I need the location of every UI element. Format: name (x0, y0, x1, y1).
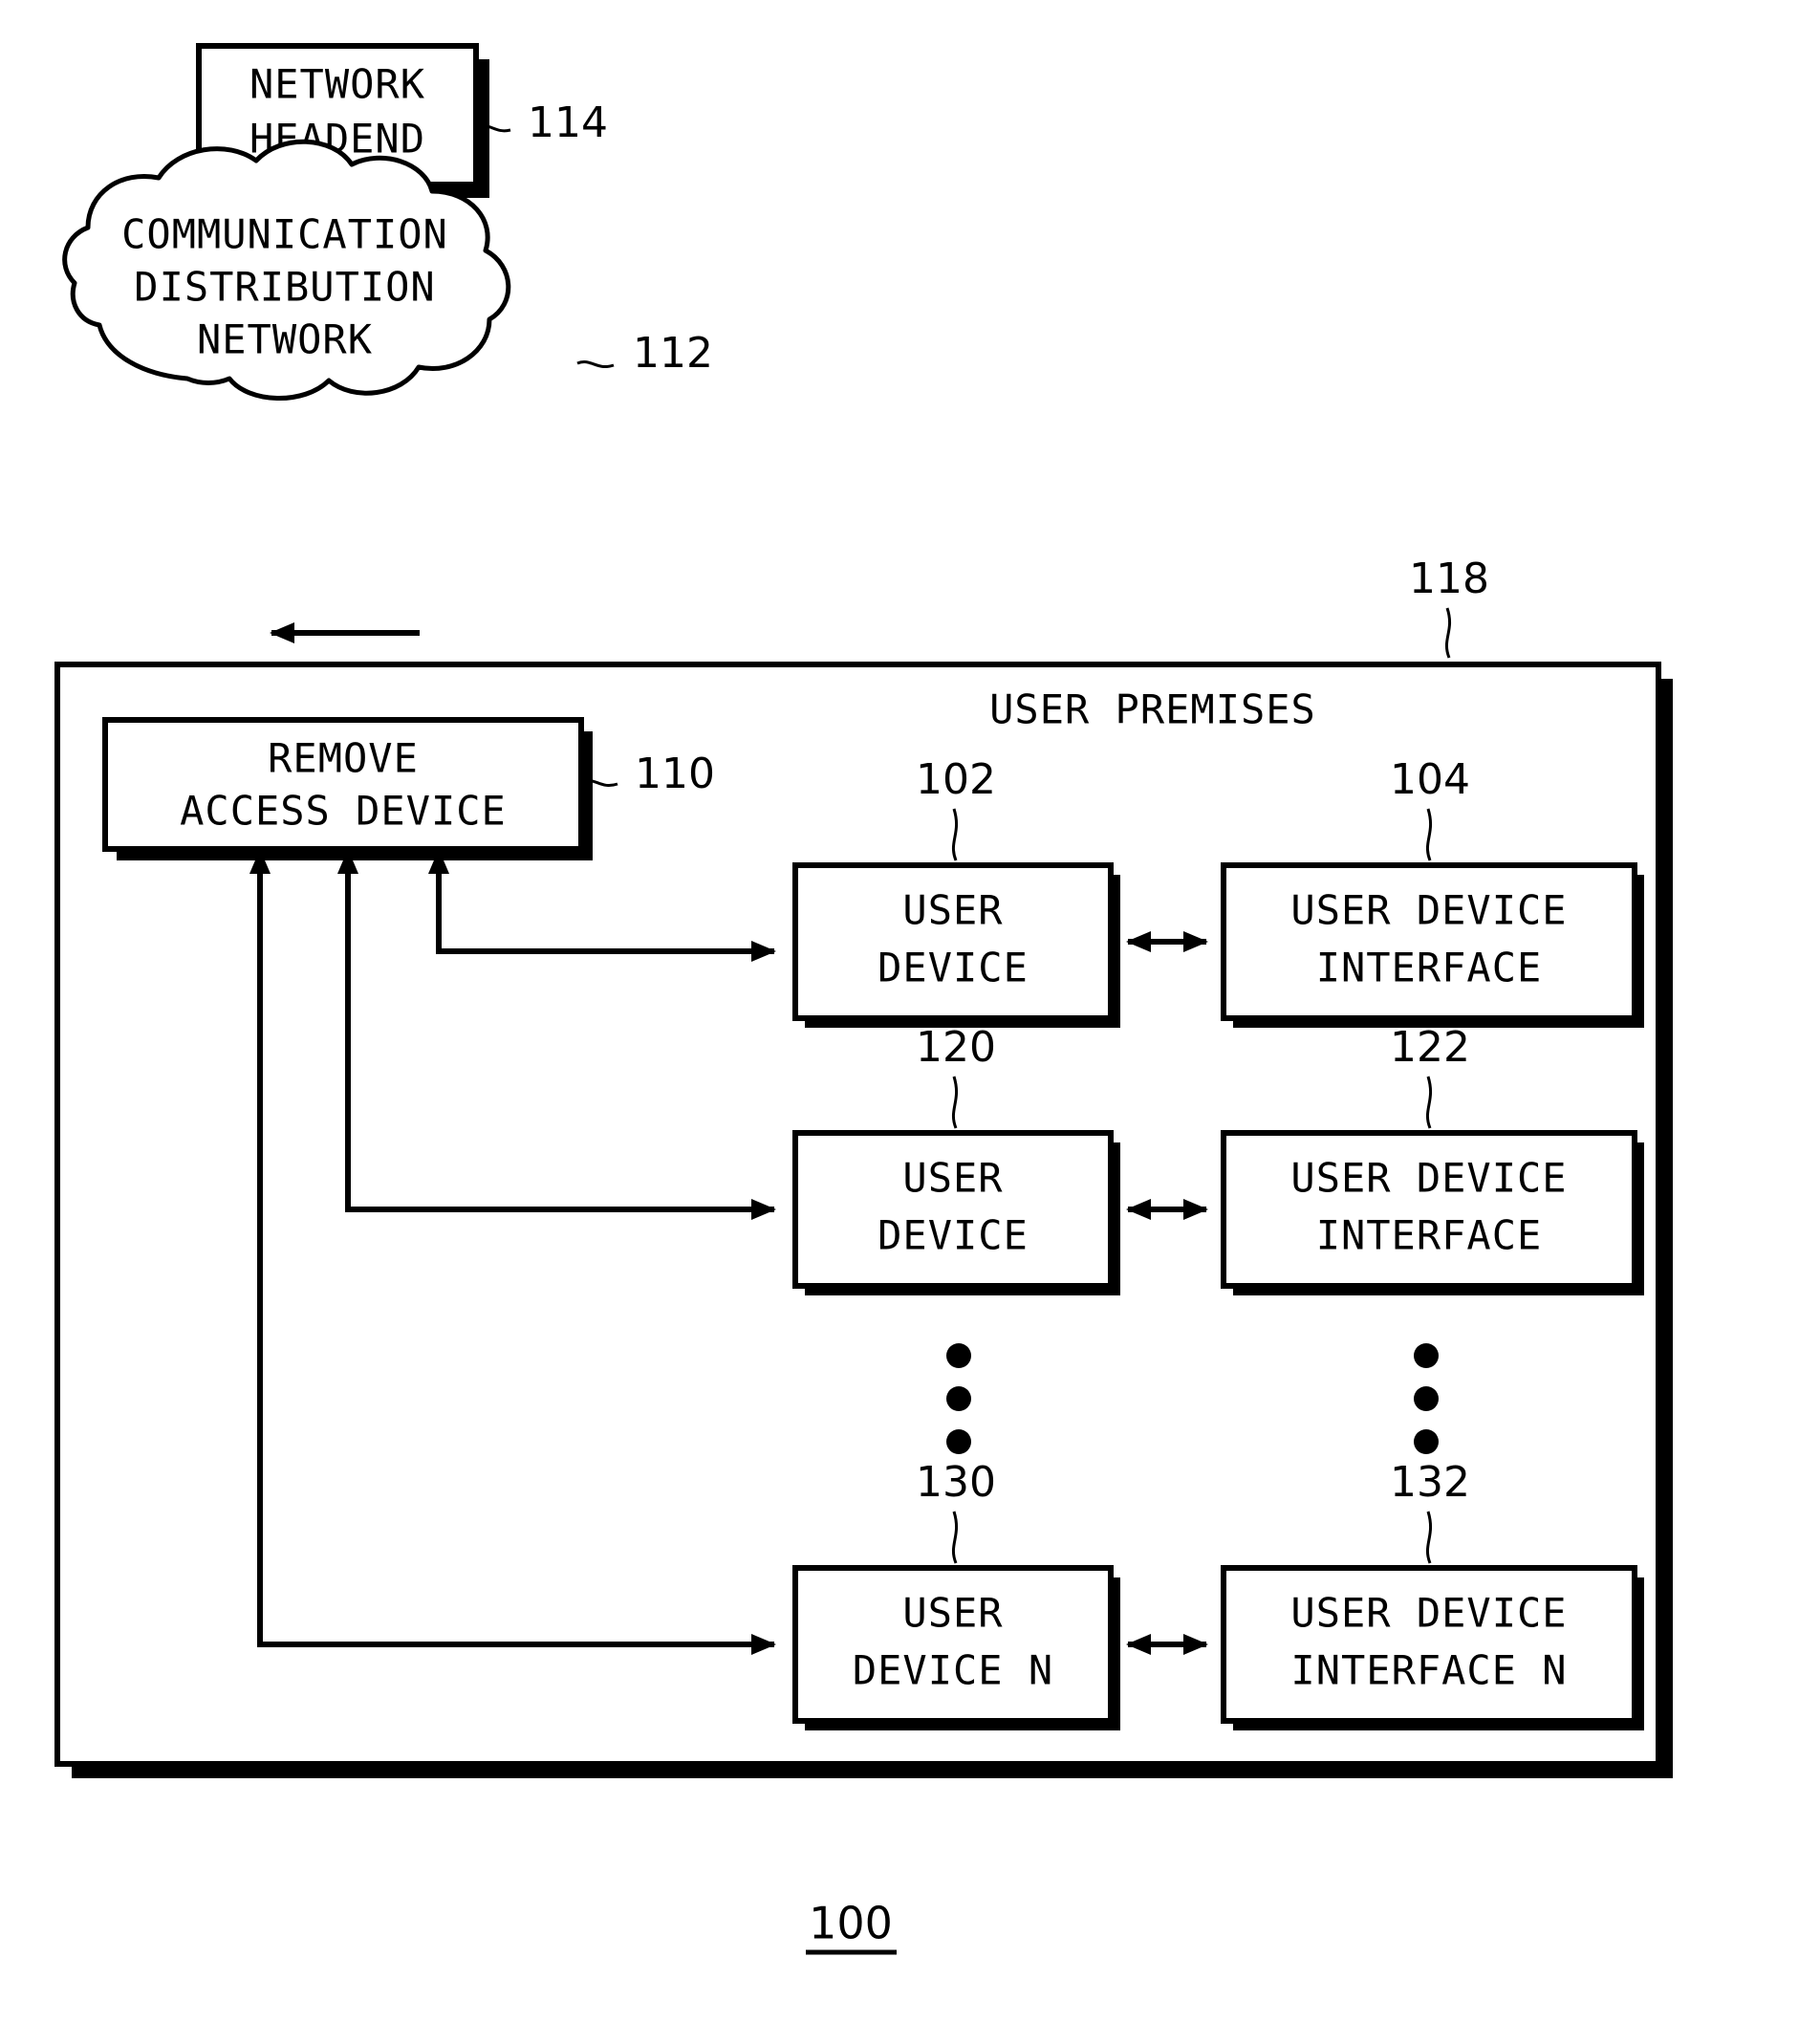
network-headend-ref-number: 114 (528, 98, 608, 147)
ellipsis-dot (946, 1343, 971, 1368)
ellipsis-dot (1414, 1429, 1439, 1454)
remove-access-device-label-line1: REMOVE (268, 735, 419, 782)
user-device-2-label-line2: DEVICE (878, 1212, 1029, 1259)
ellipsis-dot (946, 1386, 971, 1411)
user-device-2-label-line1: USER (902, 1155, 1003, 1202)
user-device-2-ref-number: 120 (916, 1023, 996, 1072)
user-premises-title: USER PREMISES (989, 686, 1316, 733)
user-device-1-label-line1: USER (902, 887, 1003, 934)
remove-access-device-ref-number: 110 (635, 750, 715, 798)
ellipsis-dot (1414, 1386, 1439, 1411)
user-premises-ref-number: 118 (1409, 555, 1489, 603)
user-device-interface-2-label-line2: INTERFACE (1316, 1212, 1543, 1259)
user-device-n-label-line2: DEVICE N (853, 1647, 1053, 1694)
cloud-label-line1: COMMUNICATION (121, 211, 448, 258)
user-device-interface-n-label-line1: USER DEVICE (1290, 1590, 1567, 1637)
user-device-interface-n-ref-number: 132 (1390, 1458, 1470, 1507)
figure-number-group: 100 (806, 1898, 897, 1955)
user-device-n-ref-number: 130 (916, 1458, 996, 1507)
user-device-interface-1-label-line1: USER DEVICE (1290, 887, 1567, 934)
figure-number: 100 (809, 1898, 893, 1949)
ellipsis-dot (1414, 1343, 1439, 1368)
ellipsis-dot (946, 1429, 971, 1454)
patent-figure-diagram: NETWORK HEADEND 114 COMMUNICATION DISTRI… (0, 0, 1820, 2023)
user-device-interface-2-label-line1: USER DEVICE (1290, 1155, 1567, 1202)
user-device-n-label-line1: USER (902, 1590, 1003, 1637)
cloud-ref-number: 112 (633, 329, 713, 378)
ellipsis-right-column (1414, 1343, 1439, 1454)
cloud-label-line3: NETWORK (197, 316, 373, 363)
user-device-interface-n-label-line2: INTERFACE N (1290, 1647, 1567, 1694)
user-device-interface-1-ref-number: 104 (1390, 755, 1470, 804)
remove-access-device-label-line2: ACCESS DEVICE (180, 788, 507, 835)
user-device-1-ref-number: 102 (916, 755, 996, 804)
network-headend-label-line1: NETWORK (249, 61, 425, 108)
user-device-interface-1-label-line2: INTERFACE (1316, 945, 1543, 991)
ellipsis-left-column (946, 1343, 971, 1454)
user-device-1-label-line2: DEVICE (878, 945, 1029, 991)
user-device-interface-2-ref-number: 122 (1390, 1023, 1470, 1072)
cloud-label-line2: DISTRIBUTION (134, 264, 435, 311)
